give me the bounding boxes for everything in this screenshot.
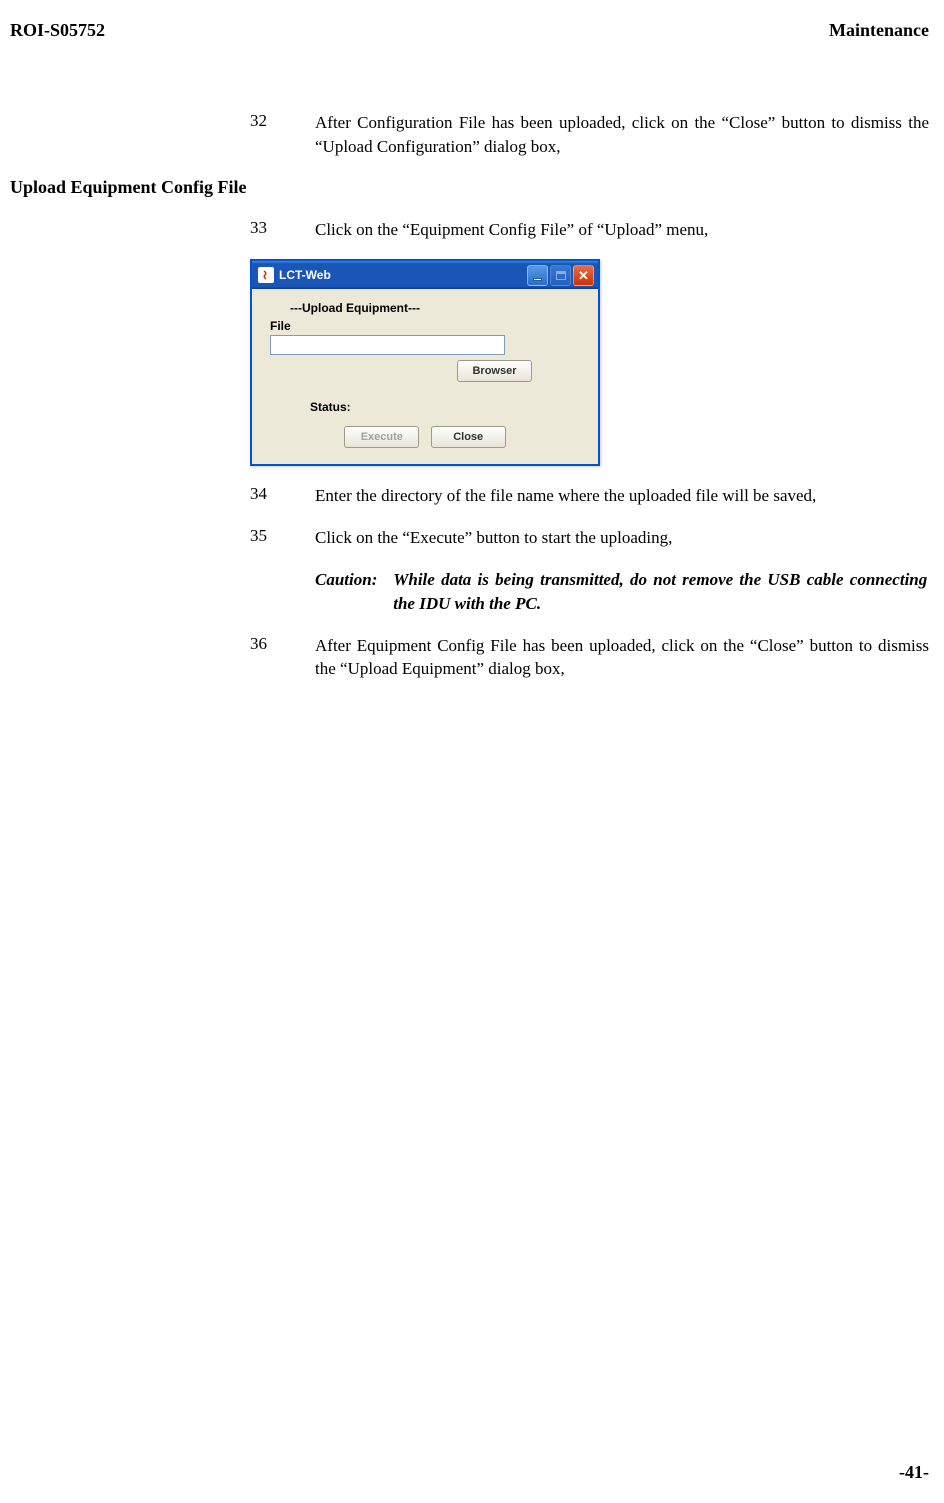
step-text: After Equipment Config File has been upl… (315, 634, 929, 682)
step-text: Click on the “Equipment Config File” of … (315, 218, 929, 242)
step-33: 33 Click on the “Equipment Config File” … (250, 218, 929, 242)
step-34: 34 Enter the directory of the file name … (250, 484, 929, 508)
step-number: 32 (250, 111, 315, 159)
main-content: 32 After Configuration File has been upl… (10, 111, 929, 681)
step-text: After Configuration File has been upload… (315, 111, 929, 159)
step-36: 36 After Equipment Config File has been … (250, 634, 929, 682)
minimize-button[interactable] (527, 265, 548, 286)
close-icon: ✕ (578, 269, 589, 282)
upload-equipment-dialog: LCT-Web ✕ ---Upload Equipment--- File Br… (250, 259, 600, 466)
caution-label: Caution: (315, 568, 389, 592)
doc-id: ROI-S05752 (10, 20, 105, 41)
section-heading: Upload Equipment Config File (10, 177, 929, 198)
step-number: 33 (250, 218, 315, 242)
dialog-heading: ---Upload Equipment--- (270, 301, 580, 315)
browser-button[interactable]: Browser (457, 360, 532, 382)
step-32: 32 After Configuration File has been upl… (250, 111, 929, 159)
minimize-icon (533, 278, 542, 281)
step-35: 35 Click on the “Execute” button to star… (250, 526, 929, 550)
step-number: 36 (250, 634, 315, 682)
titlebar-left: LCT-Web (258, 267, 331, 283)
status-label: Status: (270, 400, 580, 414)
dialog-button-row: Execute Close (270, 426, 580, 448)
caution-block: Caution: While data is being transmitted… (250, 568, 929, 616)
execute-button: Execute (344, 426, 419, 448)
step-number: 35 (250, 526, 315, 550)
java-icon (258, 267, 274, 283)
step-number: 34 (250, 484, 315, 508)
dialog-title: LCT-Web (279, 268, 331, 282)
window-controls: ✕ (527, 265, 594, 286)
browser-row: Browser (270, 360, 580, 382)
page-number: -41- (899, 1462, 929, 1483)
file-input[interactable] (270, 335, 505, 355)
section-name: Maintenance (829, 20, 929, 41)
maximize-button (550, 265, 571, 286)
page-header: ROI-S05752 Maintenance (10, 20, 929, 41)
caution-text: While data is being transmitted, do not … (393, 568, 927, 616)
step-text: Click on the “Execute” button to start t… (315, 526, 929, 550)
maximize-icon (556, 271, 566, 280)
close-window-button[interactable]: ✕ (573, 265, 594, 286)
close-button[interactable]: Close (431, 426, 506, 448)
dialog-body: ---Upload Equipment--- File Browser Stat… (252, 289, 598, 464)
file-label: File (270, 319, 580, 333)
dialog-titlebar[interactable]: LCT-Web ✕ (252, 261, 598, 289)
step-text: Enter the directory of the file name whe… (315, 484, 929, 508)
